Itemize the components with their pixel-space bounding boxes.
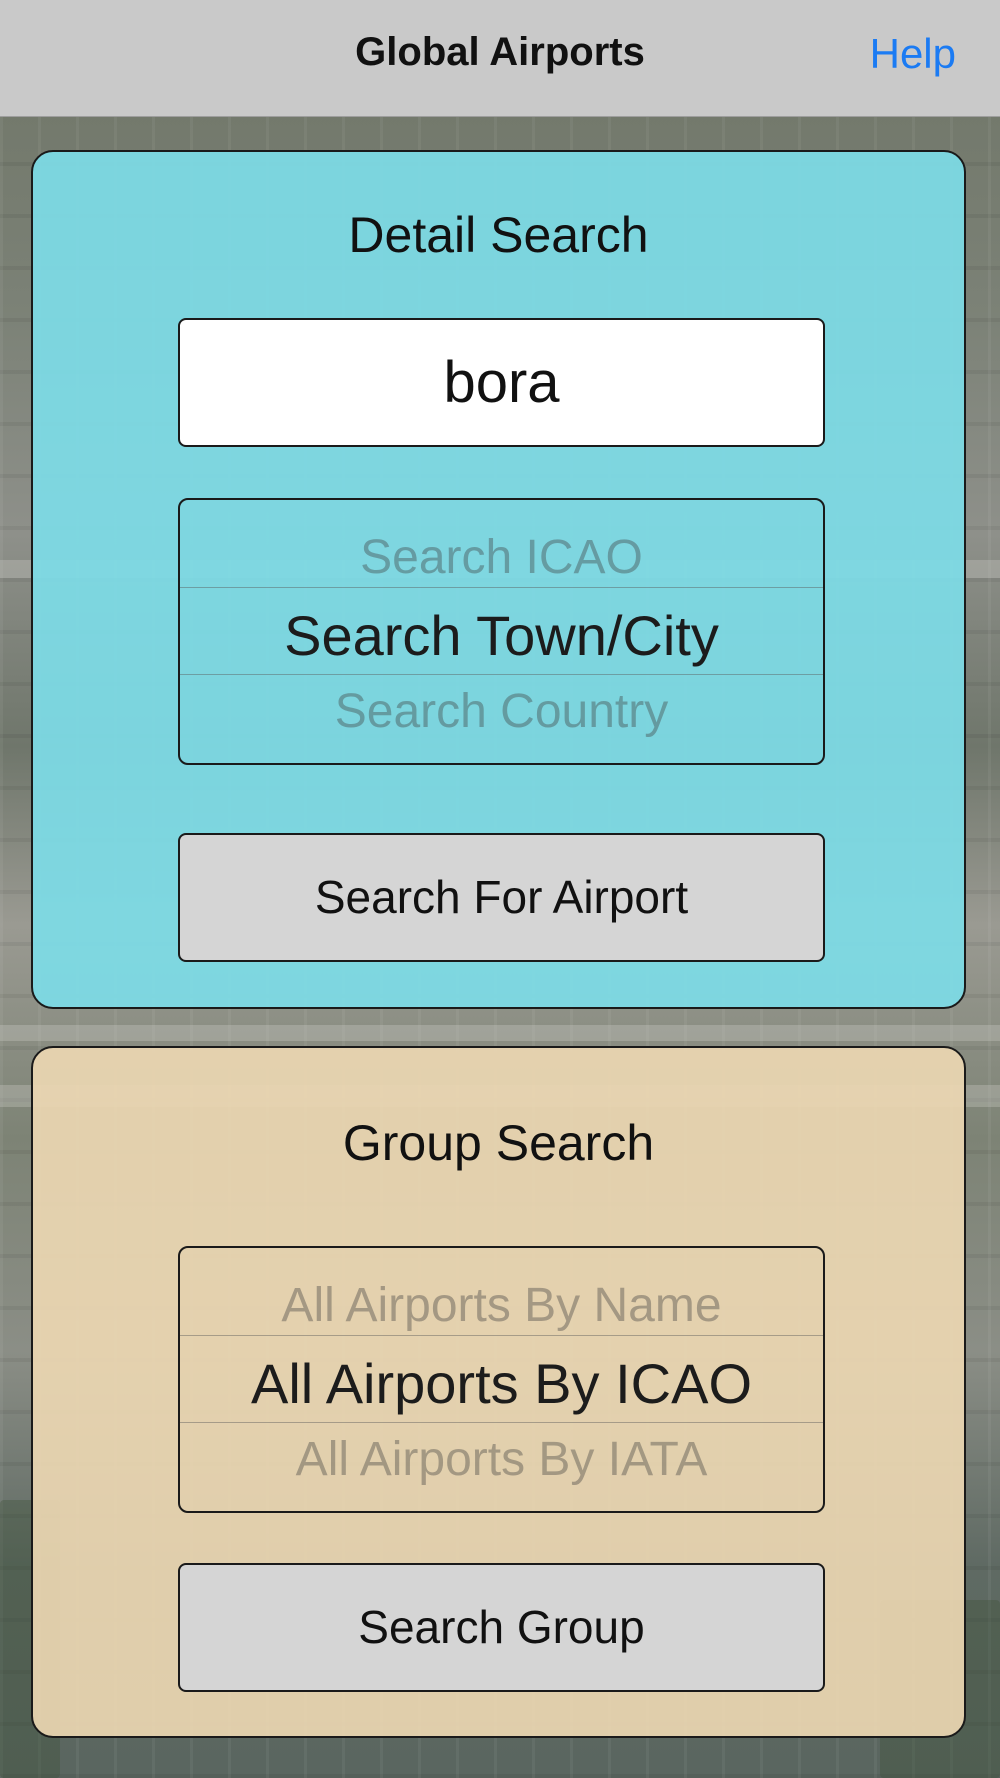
map-runway [0, 1025, 1000, 1041]
picker-option-below[interactable]: All Airports By IATA [180, 1432, 823, 1487]
search-for-airport-button[interactable]: Search For Airport [178, 833, 825, 962]
search-group-button[interactable]: Search Group [178, 1563, 825, 1692]
group-type-picker[interactable]: All Airports By Name All Airports By ICA… [178, 1246, 825, 1513]
detail-search-panel: Detail Search Search ICAO Search Town/Ci… [31, 150, 966, 1009]
picker-divider [180, 1335, 823, 1336]
search-query-input[interactable] [178, 318, 825, 447]
app-title: Global Airports [355, 30, 645, 74]
help-button[interactable]: Help [870, 30, 956, 78]
picker-option-selected[interactable]: Search Town/City [180, 603, 823, 668]
picker-divider [180, 674, 823, 675]
picker-option-above[interactable]: Search ICAO [180, 530, 823, 585]
picker-divider [180, 587, 823, 588]
detail-search-heading: Detail Search [348, 207, 649, 263]
picker-option-below[interactable]: Search Country [180, 684, 823, 739]
picker-option-selected[interactable]: All Airports By ICAO [180, 1351, 823, 1416]
picker-divider [180, 1422, 823, 1423]
navigation-bar: Global Airports Help [0, 0, 1000, 117]
group-search-panel: Group Search All Airports By Name All Ai… [31, 1046, 966, 1738]
search-type-picker[interactable]: Search ICAO Search Town/City Search Coun… [178, 498, 825, 765]
group-search-heading: Group Search [342, 1115, 655, 1171]
picker-option-above[interactable]: All Airports By Name [180, 1278, 823, 1333]
